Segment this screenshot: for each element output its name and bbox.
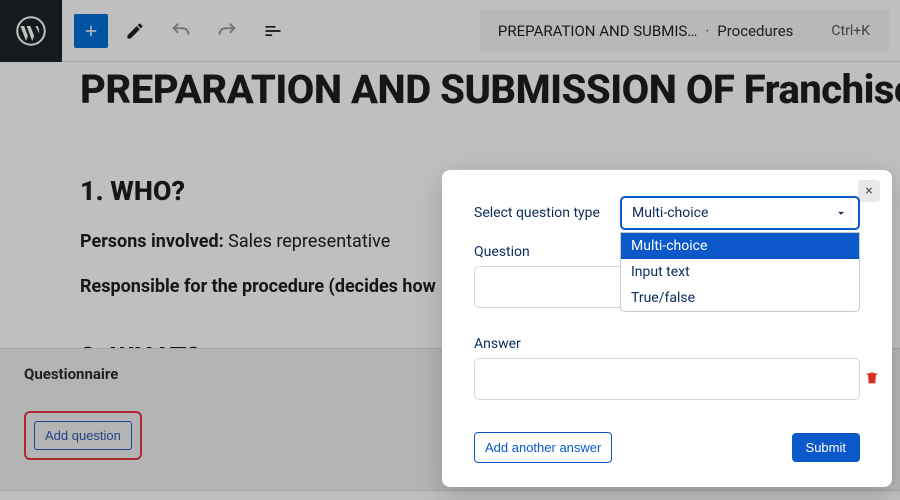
answer-input[interactable] [474, 358, 860, 400]
select-type-row: Select question type Multi-choice Multi-… [474, 196, 860, 230]
trash-icon [864, 370, 880, 386]
option-true-false[interactable]: True/false [621, 285, 859, 311]
answer-row [474, 358, 860, 404]
add-another-answer-button[interactable]: Add another answer [474, 432, 612, 463]
question-modal: × Select question type Multi-choice Mult… [442, 170, 892, 487]
answer-label: Answer [474, 336, 860, 352]
close-button[interactable]: × [858, 180, 880, 202]
select-type-label: Select question type [474, 205, 604, 221]
modal-actions: Add another answer Submit [474, 432, 860, 463]
option-input-text[interactable]: Input text [621, 259, 859, 285]
question-type-select[interactable]: Multi-choice Multi-choice Input text Tru… [620, 196, 860, 230]
submit-button[interactable]: Submit [792, 433, 860, 462]
select-dropdown: Multi-choice Input text True/false [620, 232, 860, 312]
select-value: Multi-choice [632, 205, 708, 221]
delete-answer-button[interactable] [864, 370, 880, 390]
select-box[interactable]: Multi-choice [620, 196, 860, 230]
chevron-down-icon [834, 206, 848, 220]
option-multi-choice[interactable]: Multi-choice [621, 233, 859, 259]
